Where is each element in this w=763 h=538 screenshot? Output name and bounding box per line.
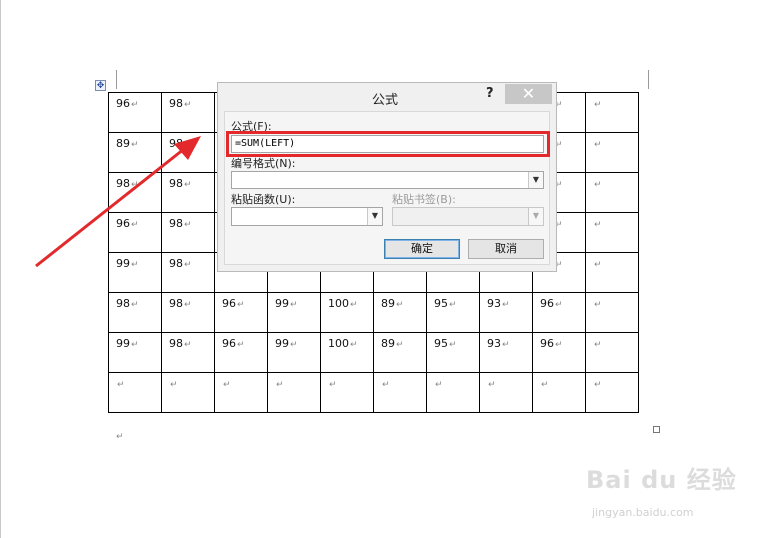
paste-function-label: 粘贴函数(U):	[231, 193, 296, 206]
watermark-url: jingyan.baidu.com	[592, 506, 694, 519]
baidu-jingyan-watermark: Bai du 经验 jingyan.baidu.com	[586, 460, 761, 534]
ok-button[interactable]: 确定	[384, 239, 460, 259]
dialog-title: 公式	[372, 93, 399, 108]
chevron-down-icon[interactable]: ▼	[528, 172, 543, 188]
help-button[interactable]: ?	[486, 86, 494, 101]
paste-bookmark-select: ▼	[392, 207, 544, 226]
cancel-button[interactable]: 取消	[468, 239, 544, 259]
number-format-select[interactable]: ▼	[231, 171, 544, 189]
paste-function-select[interactable]: ▼	[231, 207, 383, 226]
arrow-head	[174, 136, 201, 160]
paste-bookmark-label: 粘贴书签(B):	[392, 193, 456, 206]
formula-dialog: 公式 ? ✕ 公式(F): =SUM(LEFT) 编号格式(N): ▼ 粘贴函数…	[217, 82, 557, 272]
formula-highlight-box	[226, 131, 550, 157]
chevron-down-icon[interactable]: ▼	[367, 208, 382, 225]
arrow-shaft	[35, 147, 185, 268]
dialog-title-bar: 公式 ? ✕	[218, 83, 556, 111]
close-icon[interactable]: ✕	[505, 84, 552, 104]
chevron-down-icon: ▼	[528, 208, 543, 225]
number-format-label: 编号格式(N):	[231, 157, 296, 170]
watermark-brand: Bai du 经验	[586, 466, 737, 494]
